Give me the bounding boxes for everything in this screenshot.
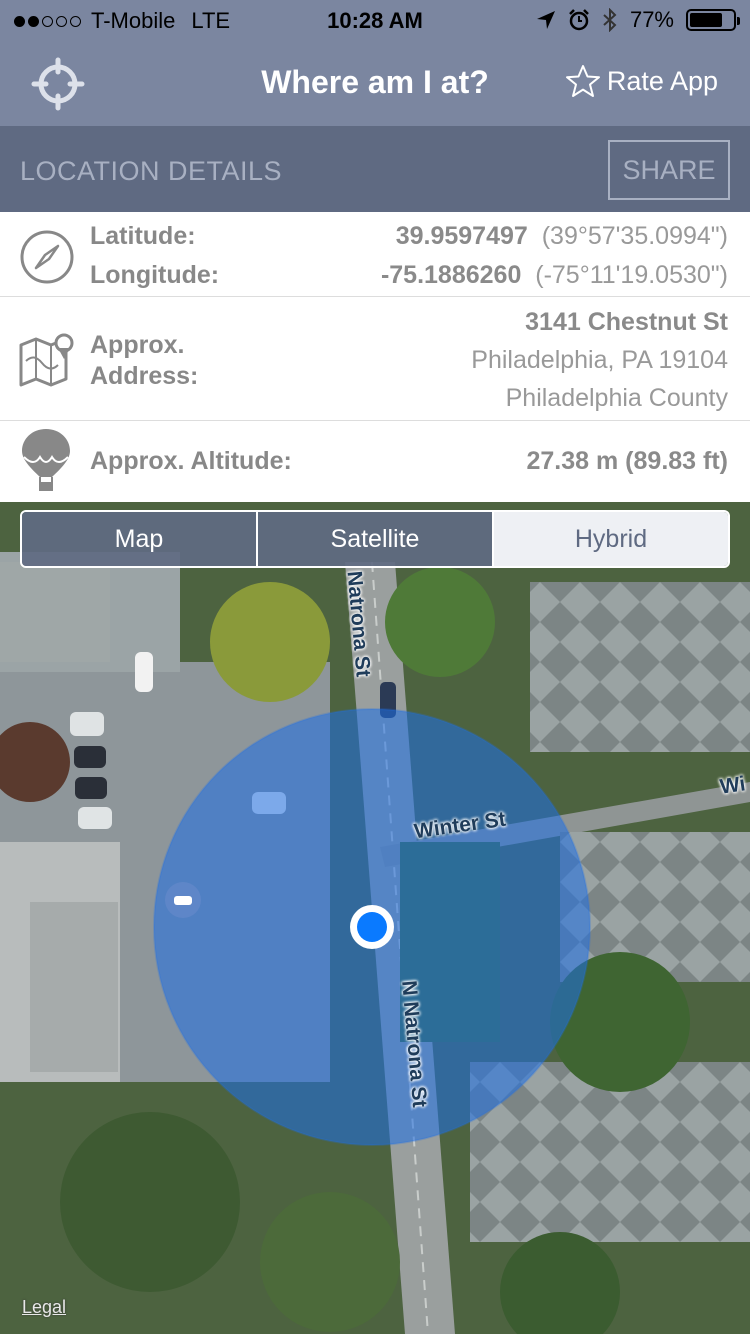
satellite-map[interactable]: Map Satellite Hybrid Natrona St Winter S…: [0, 502, 750, 1334]
nav-bar: Where am I at? Rate App: [0, 40, 750, 128]
longitude-label: Longitude:: [90, 261, 220, 289]
bluetooth-icon: [603, 8, 617, 32]
coordinates-row: Latitude: Longitude: 39.9597497 (39°57'3…: [0, 212, 750, 297]
map-imagery: [0, 502, 750, 1334]
map-mode-hybrid[interactable]: Hybrid: [494, 512, 728, 566]
street-label-edge: Wi: [718, 772, 747, 799]
address-label: Approx. Address:: [90, 331, 199, 390]
map-mode-satellite[interactable]: Satellite: [258, 512, 494, 566]
rate-app-label: Rate App: [606, 65, 718, 96]
altitude-label: Approx. Altitude:: [90, 447, 292, 475]
compass-icon: [20, 230, 74, 284]
section-title: LOCATION DETAILS: [20, 156, 283, 186]
location-arrow-icon: [536, 11, 555, 29]
battery-percent: 77%: [629, 7, 674, 32]
latitude-decimal: 39.9597497: [395, 222, 528, 250]
share-button[interactable]: SHARE: [608, 140, 730, 200]
map-pin-icon: [19, 333, 74, 387]
longitude-value: -75.1886260 (-75°11'19.0530"): [381, 261, 728, 290]
alarm-icon: [569, 9, 589, 31]
latitude-value: 39.9597497 (39°57'35.0994"): [396, 222, 728, 251]
rate-app-button[interactable]: Rate App: [565, 64, 718, 98]
legal-link[interactable]: Legal: [22, 1297, 66, 1318]
longitude-decimal: -75.1886260: [380, 261, 522, 289]
address-county: Philadelphia County: [505, 384, 728, 412]
map-type-selector[interactable]: Map Satellite Hybrid: [20, 510, 730, 568]
altitude-value: 27.38 m (89.83 ft): [526, 447, 729, 475]
map-mode-map[interactable]: Map: [22, 512, 258, 566]
address-city: Philadelphia, PA 19104: [471, 346, 728, 374]
longitude-dms: (-75°11'19.0530"): [535, 261, 728, 289]
star-icon: [565, 65, 600, 97]
location-details-header: LOCATION DETAILS SHARE: [0, 128, 750, 212]
battery-icon: [686, 9, 740, 31]
status-bar: T-Mobile LTE 10:28 AM 77%: [0, 0, 750, 40]
address-row: Approx. Address: 3141 Chestnut St Philad…: [0, 297, 750, 421]
latitude-dms: (39°57'35.0994"): [541, 222, 728, 250]
balloon-icon: [22, 429, 70, 491]
altitude-row: Approx. Altitude: 27.38 m (89.83 ft): [0, 421, 750, 502]
latitude-label: Latitude:: [90, 222, 196, 250]
address-street: 3141 Chestnut St: [525, 308, 728, 336]
